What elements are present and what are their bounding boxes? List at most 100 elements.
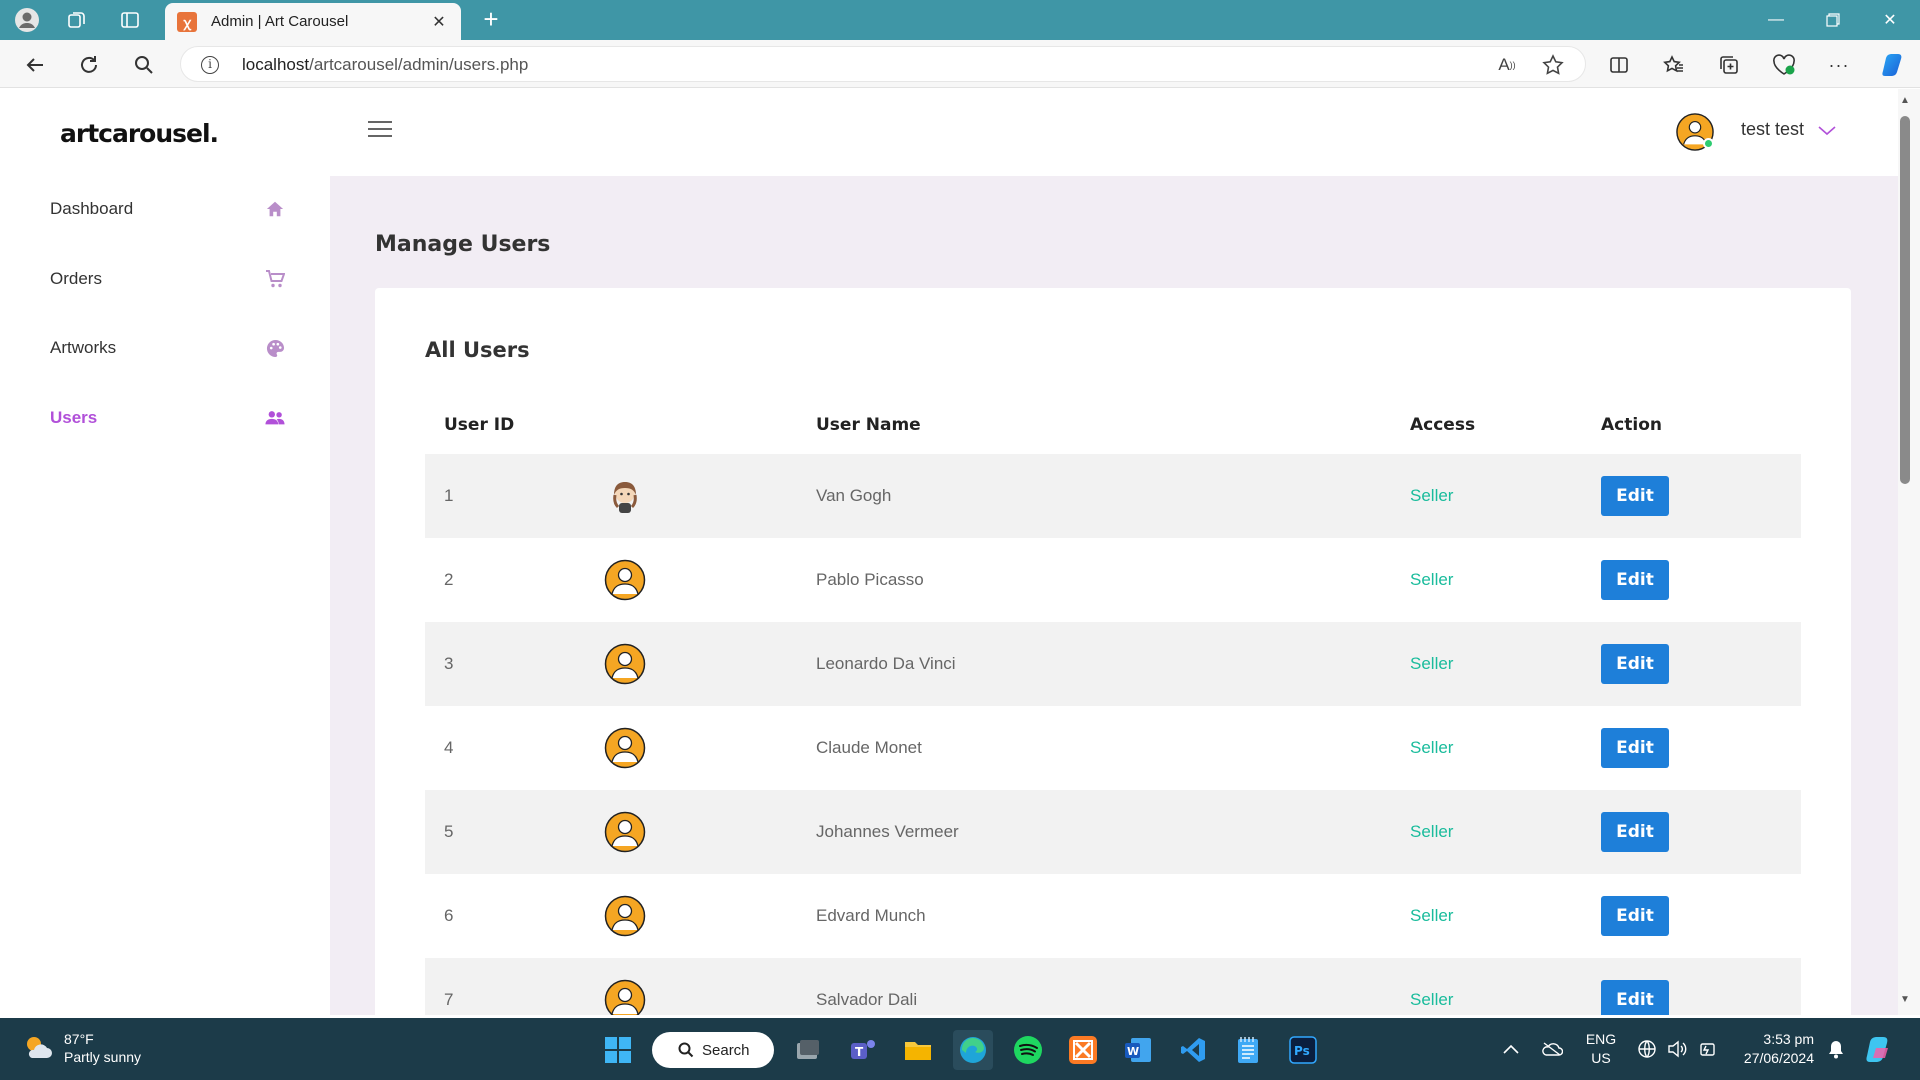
edit-user-button[interactable]: Edit <box>1601 896 1669 936</box>
sidebar-item-users[interactable]: Users <box>50 398 286 438</box>
address-bar[interactable]: i localhost/artcarousel/admin/users.php … <box>180 46 1586 82</box>
page-viewport: artcarousel. Dashboard Orders Artworks U… <box>0 89 1898 1015</box>
tab-close-icon[interactable]: ✕ <box>429 12 449 32</box>
weather-temp: 87°F <box>64 1031 94 1047</box>
battery-icon[interactable] <box>1697 1018 1717 1080</box>
split-screen-icon[interactable] <box>1604 50 1634 80</box>
cell-user-name: Leonardo Da Vinci <box>816 654 956 673</box>
sidebar-item-artworks[interactable]: Artworks <box>50 328 286 368</box>
cell-avatar <box>604 538 646 622</box>
top-navbar: test test <box>330 89 1898 176</box>
cell-access: Seller <box>1410 990 1454 1009</box>
collections-icon[interactable] <box>1714 50 1744 80</box>
svg-text:Ps: Ps <box>1294 1044 1310 1058</box>
site-info-icon[interactable]: i <box>201 56 219 74</box>
system-clock[interactable]: 3:53 pm 27/06/2024 <box>1738 1030 1814 1068</box>
sidebar-item-label: Dashboard <box>50 199 134 218</box>
scroll-down-arrow-icon[interactable]: ▼ <box>1897 994 1913 1005</box>
copilot-icon[interactable] <box>1879 50 1909 80</box>
cell-user-id: 2 <box>444 570 454 589</box>
scrollbar-thumb[interactable] <box>1900 116 1910 484</box>
edge-icon[interactable] <box>953 1030 993 1070</box>
start-button[interactable] <box>598 1030 638 1070</box>
sidebar-item-orders[interactable]: Orders <box>50 259 286 299</box>
weather-desc: Partly sunny <box>64 1049 142 1065</box>
back-button[interactable] <box>20 50 50 80</box>
notification-bell-icon[interactable] <box>1827 1018 1845 1080</box>
edit-user-button[interactable]: Edit <box>1601 644 1669 684</box>
scroll-up-arrow-icon[interactable]: ▲ <box>1897 95 1913 106</box>
new-tab-button[interactable]: + <box>477 6 505 34</box>
favorites-icon[interactable] <box>1659 50 1689 80</box>
cell-user-name: Van Gogh <box>816 486 892 505</box>
cell-access: Seller <box>1410 822 1454 841</box>
spotify-icon[interactable] <box>1008 1030 1048 1070</box>
language-indicator[interactable]: ENG US <box>1582 1030 1620 1068</box>
network-globe-icon[interactable] <box>1637 1018 1657 1080</box>
task-view-icon[interactable] <box>788 1030 828 1070</box>
sidebar-item-dashboard[interactable]: Dashboard <box>50 189 286 229</box>
volume-icon[interactable] <box>1667 1018 1687 1080</box>
user-avatar-default <box>604 727 646 769</box>
main-content: Manage Users All Users User ID User Name… <box>330 176 1898 1015</box>
edit-user-button[interactable]: Edit <box>1601 476 1669 516</box>
table-header: User ID User Name Access Action <box>425 405 1801 445</box>
workspaces-icon[interactable] <box>64 8 90 32</box>
table-row: 7 Salvador Dali Seller Edit <box>425 958 1801 1015</box>
cell-avatar <box>604 454 646 538</box>
edit-user-button[interactable]: Edit <box>1601 560 1669 600</box>
teams-icon[interactable]: T <box>843 1030 883 1070</box>
vscode-icon[interactable] <box>1173 1030 1213 1070</box>
user-avatar-custom <box>613 482 637 513</box>
copilot-taskbar-icon[interactable] <box>1864 1018 1894 1080</box>
table-row: 5 Johannes Vermeer Seller Edit <box>425 790 1801 874</box>
word-icon[interactable]: W <box>1118 1030 1158 1070</box>
chevron-down-icon[interactable] <box>1818 123 1836 137</box>
file-explorer-icon[interactable] <box>898 1030 938 1070</box>
cell-access: Seller <box>1410 738 1454 757</box>
cell-action: Edit <box>1601 958 1669 1015</box>
close-window-button[interactable]: ✕ <box>1862 0 1918 40</box>
weather-widget[interactable]: 87°F Partly sunny <box>22 1030 141 1066</box>
cell-avatar <box>604 958 646 1015</box>
browser-titlebar: ꭓ Admin | Art Carousel ✕ + — ✕ <box>0 0 1920 40</box>
cell-action: Edit <box>1601 790 1669 874</box>
tab-actions-icon[interactable] <box>117 8 143 32</box>
taskbar-search[interactable]: Search <box>652 1032 774 1068</box>
read-aloud-icon[interactable]: A)) <box>1495 53 1519 77</box>
browser-tab-active[interactable]: ꭓ Admin | Art Carousel ✕ <box>165 3 461 40</box>
user-menu-name[interactable]: test test <box>1741 119 1804 140</box>
cell-user-id: 1 <box>444 486 454 505</box>
profile-icon[interactable] <box>14 8 40 32</box>
menu-toggle-icon[interactable] <box>368 121 392 141</box>
notepad-icon[interactable] <box>1228 1030 1268 1070</box>
table-row: 4 Claude Monet Seller Edit <box>425 706 1801 790</box>
photoshop-icon[interactable]: Ps <box>1283 1030 1323 1070</box>
cell-user-name: Salvador Dali <box>816 990 918 1009</box>
onedrive-icon[interactable] <box>1541 1018 1563 1080</box>
search-icon[interactable] <box>129 50 159 80</box>
minimize-button[interactable]: — <box>1748 0 1804 40</box>
favorite-star-icon[interactable] <box>1541 53 1565 77</box>
site-logo[interactable]: artcarousel. <box>60 119 219 148</box>
cell-action: Edit <box>1601 454 1669 538</box>
more-options-icon[interactable]: ··· <box>1824 50 1854 80</box>
url-text[interactable]: localhost/artcarousel/admin/users.php <box>242 55 528 75</box>
edit-user-button[interactable]: Edit <box>1601 980 1669 1015</box>
table-row: 3 Leonardo Da Vinci Seller Edit <box>425 622 1801 706</box>
xampp-icon[interactable] <box>1063 1030 1103 1070</box>
restore-button[interactable] <box>1805 0 1861 40</box>
table-row: 2 Pablo Picasso Seller Edit <box>425 538 1801 622</box>
users-icon <box>264 407 286 429</box>
browser-essentials-icon[interactable] <box>1769 50 1799 80</box>
cell-access: Seller <box>1410 570 1454 589</box>
cell-user-name: Edvard Munch <box>816 906 926 925</box>
search-icon <box>678 1042 694 1058</box>
edit-user-button[interactable]: Edit <box>1601 728 1669 768</box>
cell-avatar <box>604 706 646 790</box>
edit-user-button[interactable]: Edit <box>1601 812 1669 852</box>
card-title: All Users <box>425 338 530 362</box>
tray-chevron-up-icon[interactable] <box>1503 1018 1519 1080</box>
reload-button[interactable] <box>74 50 104 80</box>
cell-action: Edit <box>1601 538 1669 622</box>
